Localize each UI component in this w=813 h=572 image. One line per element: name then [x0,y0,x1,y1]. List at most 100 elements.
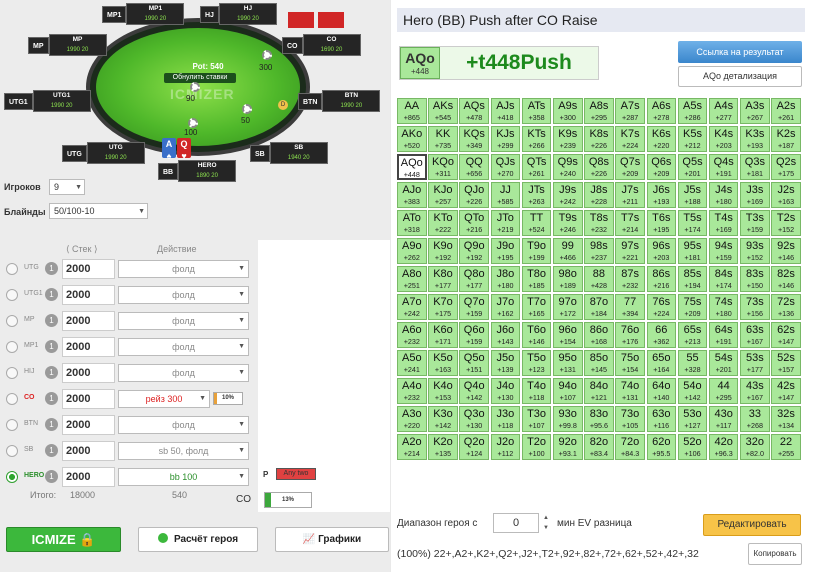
stack-input[interactable]: 2000 [62,311,115,331]
hand-cell[interactable]: QTs +261 [521,153,552,181]
hand-cell[interactable]: 88 +428 [584,265,614,293]
hand-cell[interactable]: K9s +239 [552,125,583,153]
stack-input[interactable]: 2000 [62,467,115,487]
hand-cell[interactable]: J3o +118 [490,405,521,433]
hand-cell[interactable]: K8o +177 [428,265,458,293]
hero-radio[interactable] [6,471,18,483]
result-link-button[interactable]: Ссылка на результат [678,41,802,63]
hand-cell[interactable]: 42o +96.3 [708,433,739,461]
hand-cell[interactable]: T2o +100 [521,433,552,461]
co-range-badge[interactable]: 13% [264,492,312,508]
reset-bets-button[interactable]: Обнулить ставки [164,73,236,83]
hand-cell[interactable]: Q6s +209 [646,153,677,181]
hand-cell[interactable]: 97s +221 [615,237,645,265]
hand-cell[interactable]: 75o +154 [615,349,645,377]
hand-cell[interactable]: 82o +83.4 [584,433,614,461]
hand-cell[interactable]: Q5s +201 [677,153,708,181]
hand-cell[interactable]: J4o +130 [490,377,521,405]
hand-cell[interactable]: AKs +545 [428,98,458,125]
hand-cell[interactable]: KQs +349 [459,125,489,153]
hand-cell[interactable]: J7o +162 [490,293,521,321]
stack-input[interactable]: 2000 [62,285,115,305]
hand-cell[interactable]: K6s +220 [646,125,677,153]
hand-cell[interactable]: 92s +146 [771,237,801,265]
hand-cell[interactable]: 52s +157 [771,349,801,377]
hand-cell[interactable]: A3s +267 [740,98,770,125]
hand-cell[interactable]: 96o +154 [552,321,583,349]
hand-cell[interactable]: Q7o +159 [459,293,489,321]
action-select[interactable]: фолд ▼ [118,286,249,304]
action-select[interactable]: фолд ▼ [118,416,249,434]
hand-cell[interactable]: 76s +224 [646,293,677,321]
hand-cell[interactable]: 55 +328 [677,349,708,377]
hand-cell[interactable]: 93o +99.8 [552,405,583,433]
hand-cell[interactable]: 52o +106 [677,433,708,461]
hand-cell[interactable]: 43s +167 [740,377,770,405]
hand-cell[interactable]: 76o +176 [615,321,645,349]
min-ev-input[interactable]: 0 [493,513,539,533]
hand-cell[interactable]: 98o +189 [552,265,583,293]
hand-cell[interactable]: 87s +232 [615,265,645,293]
action-select[interactable]: sb 50, фолд ▼ [118,442,249,460]
hand-cell[interactable]: J5o +139 [490,349,521,377]
hand-cell[interactable]: A6s +278 [646,98,677,125]
hand-cell[interactable]: 83o +95.6 [584,405,614,433]
hand-cell[interactable]: T7s +214 [615,209,645,237]
hand-cell[interactable]: 83s +150 [740,265,770,293]
hand-cell[interactable]: 85s +194 [677,265,708,293]
hand-cell[interactable]: 74s +180 [708,293,739,321]
hand-cell[interactable]: Q2o +124 [459,433,489,461]
hand-cell[interactable]: KJs +299 [490,125,521,153]
hand-cell[interactable]: KJo +257 [428,181,458,209]
hero-calc-button[interactable]: Расчёт героя [138,527,258,552]
hand-cell[interactable]: 72o +84.3 [615,433,645,461]
hand-cell[interactable]: 84s +174 [708,265,739,293]
hand-cell[interactable]: K3s +193 [740,125,770,153]
action-select[interactable]: рейз 300 ▼ [118,390,210,408]
hand-cell[interactable]: J8s +228 [584,181,614,209]
hand-cell[interactable]: T4s +169 [708,209,739,237]
stack-input[interactable]: 2000 [62,415,115,435]
hand-cell[interactable]: Q8o +177 [459,265,489,293]
hand-cell[interactable]: K5s +212 [677,125,708,153]
hand-cell[interactable]: QTo +216 [459,209,489,237]
seat-hero[interactable]: BB HERO 1890 20 [158,160,237,182]
hand-cell[interactable]: 32o +82.0 [740,433,770,461]
hand-cell[interactable]: 73s +156 [740,293,770,321]
hand-cell[interactable]: T3o +107 [521,405,552,433]
hand-cell[interactable]: 98s +237 [584,237,614,265]
hand-cell[interactable]: 85o +145 [584,349,614,377]
stack-input[interactable]: 2000 [62,259,115,279]
hand-cell[interactable]: Q8s +226 [584,153,614,181]
hand-cell[interactable]: 93s +152 [740,237,770,265]
action-select[interactable]: фолд ▼ [118,338,249,356]
stack-input[interactable]: 2000 [62,441,115,461]
hero-radio[interactable] [6,367,18,379]
stack-input[interactable]: 2000 [62,389,115,409]
hand-cell[interactable]: K5o +163 [428,349,458,377]
hand-cell[interactable]: 65o +164 [646,349,677,377]
hand-cell[interactable]: Q4s +191 [708,153,739,181]
hand-cell[interactable]: 33 +268 [740,405,770,433]
seat-mp[interactable]: MP MP 1990 20 [28,34,107,56]
hand-cell[interactable]: 95o +131 [552,349,583,377]
hand-cell[interactable]: T4o +118 [521,377,552,405]
hand-cell[interactable]: T6o +146 [521,321,552,349]
action-select[interactable]: фолд ▼ [118,364,249,382]
hand-cell[interactable]: Q2s +175 [771,153,801,181]
hand-cell[interactable]: Q7s +209 [615,153,645,181]
hand-cell[interactable]: T9o +199 [521,237,552,265]
action-select[interactable]: фолд ▼ [118,260,249,278]
hand-cell[interactable]: A5o +241 [397,349,427,377]
copy-button[interactable]: Копировать [748,543,802,565]
seat-utg[interactable]: UTG UTG 1990 20 [62,142,145,164]
hand-cell[interactable]: A9o +262 [397,237,427,265]
hand-cell[interactable]: A2o +214 [397,433,427,461]
hand-cell[interactable]: J2o +112 [490,433,521,461]
hand-cell[interactable]: Q4o +142 [459,377,489,405]
hand-cell[interactable]: 53s +177 [740,349,770,377]
hand-cell[interactable]: J9o +195 [490,237,521,265]
hand-cell[interactable]: 72s +136 [771,293,801,321]
hero-radio[interactable] [6,263,18,275]
hand-cell[interactable]: J6o +143 [490,321,521,349]
